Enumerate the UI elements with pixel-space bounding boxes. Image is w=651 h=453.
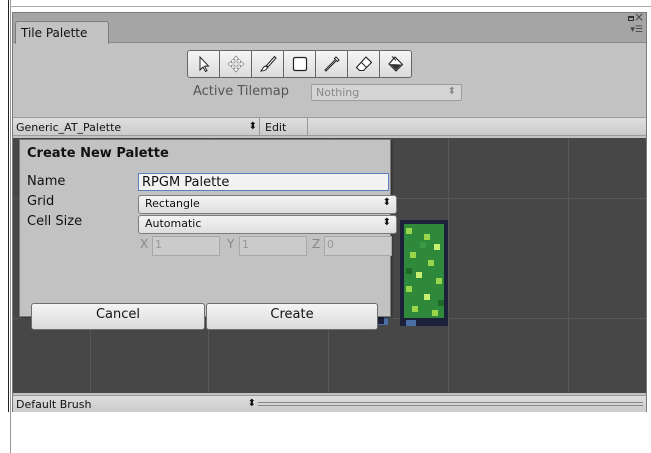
z-label: Z [312, 237, 321, 251]
eraser-tool-button[interactable] [347, 50, 380, 78]
cell-size-value: Automatic [145, 217, 202, 230]
tab-strip: Tile Palette × ▾☰ [13, 11, 646, 44]
paint-tool-button[interactable] [251, 50, 284, 78]
create-new-palette-popup: Create New Palette Name RPGM Palette Gri… [19, 139, 397, 330]
active-tilemap-label: Active Tilemap [193, 84, 289, 99]
box-fill-tool-button[interactable] [283, 50, 316, 78]
palette-bar: Generic_AT_Palette ⬍ Edit [13, 117, 646, 136]
dropdown-arrows-icon: ⬍ [447, 86, 456, 97]
tile-palette-window: Tile Palette × ▾☰ Active Tilemap Nothing [12, 11, 647, 412]
brush-name: Default Brush [16, 398, 92, 411]
palette-name-value: RPGM Palette [142, 175, 230, 190]
active-tilemap-value: Nothing [316, 86, 360, 99]
window-menu-icon[interactable]: ▾☰ [630, 26, 643, 35]
frame-border-inner [10, 0, 11, 453]
edit-button[interactable]: Edit [260, 118, 308, 136]
dropdown-arrows-icon: ⬍ [247, 398, 256, 409]
move-tool-button[interactable] [219, 50, 252, 78]
picker-tool-button[interactable] [315, 50, 348, 78]
cell-size-label: Cell Size [27, 214, 83, 229]
grid-label: Grid [27, 194, 55, 209]
cell-size-z-field: 0 [324, 236, 392, 256]
move-arrows-icon [226, 55, 245, 73]
brush-dropdown[interactable]: Default Brush ⬍ [16, 398, 256, 411]
dropdown-arrows-icon: ⬍ [382, 217, 391, 228]
y-label: Y [227, 237, 235, 251]
eraser-icon [355, 56, 372, 72]
cell-size-y-field: 1 [239, 236, 307, 256]
paintbrush-icon [259, 55, 277, 72]
active-tilemap-dropdown[interactable]: Nothing ⬍ [311, 84, 462, 101]
x-label: X [140, 237, 149, 251]
arrow-pointer-icon [199, 55, 210, 73]
cancel-button[interactable]: Cancel [31, 303, 205, 330]
eyedropper-icon [323, 56, 340, 72]
dropdown-arrows-icon: ⬍ [382, 197, 391, 208]
frame-border [8, 0, 9, 412]
tab-title: Tile Palette [21, 26, 88, 40]
fill-tool-button[interactable] [379, 50, 412, 78]
close-icon[interactable]: × [634, 11, 644, 23]
cell-size-x-field: 1 [152, 236, 220, 256]
grid-line [568, 138, 569, 393]
palette-name: Generic_AT_Palette [16, 121, 122, 134]
rectangle-icon [292, 56, 307, 72]
grid-line [448, 138, 449, 393]
palette-dropdown[interactable]: Generic_AT_Palette ⬍ [16, 121, 257, 134]
popup-title: Create New Palette [27, 146, 169, 161]
tool-toolbar [187, 50, 412, 78]
tab-tile-palette[interactable]: Tile Palette [15, 21, 109, 44]
paint-bucket-icon [387, 56, 403, 72]
palette-name-input[interactable]: RPGM Palette [138, 173, 389, 191]
dropdown-arrows-icon: ⬍ [248, 121, 257, 132]
brush-inspector-separator [258, 402, 643, 406]
brush-bar: Default Brush ⬍ [13, 395, 646, 412]
select-tool-button[interactable] [187, 50, 220, 78]
name-label: Name [27, 174, 66, 189]
cell-size-select[interactable]: Automatic ⬍ [138, 215, 397, 234]
grid-type-select[interactable]: Rectangle ⬍ [138, 195, 397, 214]
grid-type-value: Rectangle [145, 197, 200, 210]
create-button[interactable]: Create [206, 303, 378, 330]
frame-top-line [10, 6, 651, 7]
